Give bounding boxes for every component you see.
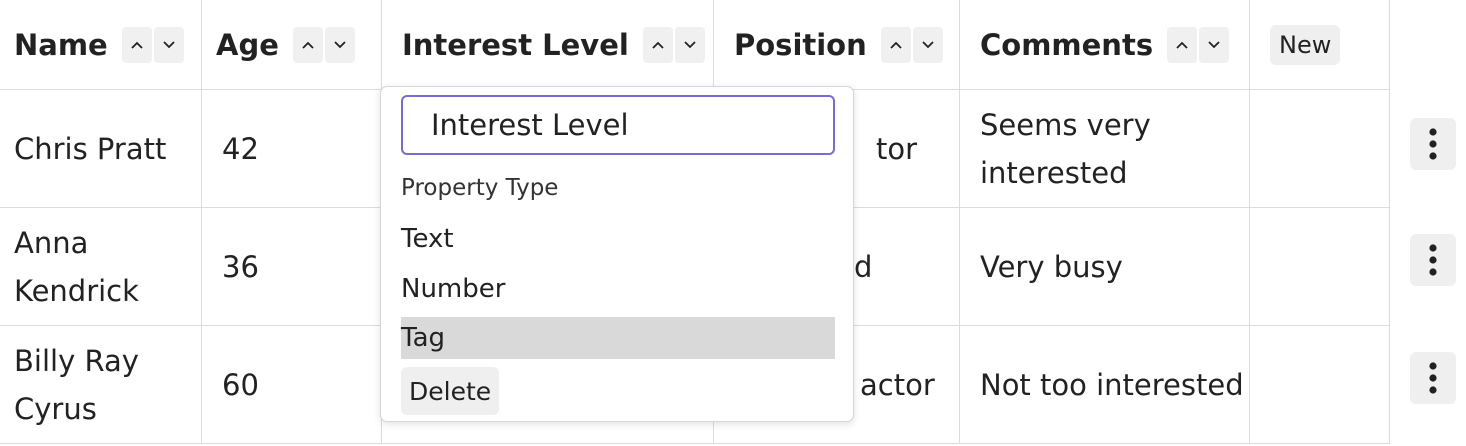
sort-buttons	[642, 26, 705, 63]
table-cell-name[interactable]: Chris Pratt	[0, 90, 202, 208]
property-type-tag[interactable]: Tag	[401, 317, 835, 359]
table-cell-name[interactable]: Billy Ray Cyrus	[0, 326, 202, 444]
column-header-label: Age	[216, 27, 279, 62]
table-cell-comments[interactable]: Very busy	[960, 208, 1250, 326]
sort-up-icon[interactable]	[880, 26, 911, 63]
sort-down-icon[interactable]	[1199, 26, 1230, 63]
table-cell-age[interactable]: 42	[202, 90, 382, 208]
sort-down-icon[interactable]	[153, 26, 184, 63]
property-type-label: Property Type	[401, 175, 559, 201]
table-cell-new[interactable]	[1250, 326, 1390, 444]
delete-column-button[interactable]: Delete	[401, 367, 500, 415]
column-header-position[interactable]: Position	[714, 0, 960, 90]
sort-down-icon[interactable]	[324, 26, 355, 63]
table-cell-comments[interactable]: Seems very interested	[960, 90, 1250, 208]
column-header-name[interactable]: Name	[0, 0, 202, 90]
column-header-label: Name	[14, 27, 108, 62]
table-cell-age[interactable]: 36	[202, 208, 382, 326]
sort-buttons	[880, 26, 943, 63]
column-header-label: Comments	[980, 27, 1154, 62]
row-menu-button[interactable]	[1410, 118, 1456, 170]
column-header-label: Interest Level	[402, 27, 629, 62]
column-header-comments[interactable]: Comments	[960, 0, 1250, 90]
column-header-new: New	[1250, 0, 1390, 90]
sort-down-icon[interactable]	[912, 26, 943, 63]
sort-down-icon[interactable]	[674, 26, 705, 63]
row-menu-button[interactable]	[1410, 234, 1456, 286]
table-cell-comments[interactable]: Not too interested	[960, 326, 1250, 444]
more-vertical-icon	[1429, 362, 1437, 394]
column-name-input[interactable]	[401, 95, 835, 155]
new-column-button[interactable]: New	[1270, 24, 1341, 65]
position-text: actor	[860, 367, 935, 402]
table-cell-new[interactable]	[1250, 90, 1390, 208]
sort-buttons	[1167, 26, 1230, 63]
row-menu-button[interactable]	[1410, 352, 1456, 404]
more-vertical-icon	[1429, 128, 1437, 160]
position-text: d	[854, 249, 873, 284]
more-vertical-icon	[1429, 244, 1437, 276]
sort-buttons	[121, 26, 184, 63]
table-cell-age[interactable]: 60	[202, 326, 382, 444]
sort-buttons	[292, 26, 355, 63]
sort-up-icon[interactable]	[642, 26, 673, 63]
property-type-text[interactable]: Text	[401, 218, 835, 260]
column-property-popover: Property Type Text Number Tag Delete	[380, 86, 854, 422]
column-header-age[interactable]: Age	[202, 0, 382, 90]
column-header-interest-level[interactable]: Interest Level	[382, 0, 714, 90]
column-header-label: Position	[734, 27, 867, 62]
sort-up-icon[interactable]	[1167, 26, 1198, 63]
property-type-number[interactable]: Number	[401, 268, 835, 310]
sort-up-icon[interactable]	[121, 26, 152, 63]
table-cell-name[interactable]: Anna Kendrick	[0, 208, 202, 326]
table-cell-new[interactable]	[1250, 208, 1390, 326]
sort-up-icon[interactable]	[292, 26, 323, 63]
position-text: tor	[876, 131, 918, 166]
